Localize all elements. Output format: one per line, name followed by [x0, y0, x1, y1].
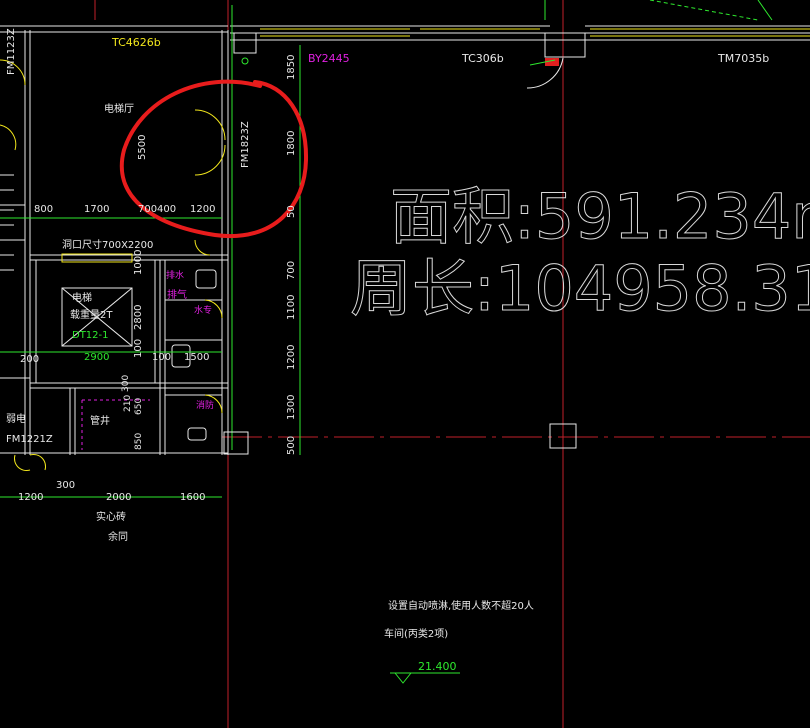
label-tc4626b: TC4626b: [111, 36, 161, 49]
dim-text: 100: [133, 339, 144, 358]
dim-text: 400: [157, 204, 176, 215]
label-dt12: DT12-1: [72, 330, 109, 341]
label-fm1123z: FM1123Z: [6, 28, 17, 75]
dim-text: 2000: [106, 492, 131, 503]
dim-text: 300: [121, 375, 131, 392]
dim-text: 1200: [18, 492, 43, 503]
dim-text: 300: [56, 480, 75, 491]
label-fire-room: 消防: [196, 399, 214, 411]
dim-text: 2800: [133, 305, 144, 330]
note-garage: 车间(丙类2项): [384, 627, 448, 640]
dim-text: 1800: [286, 131, 297, 156]
perimeter-label: 周长:104958.31r: [350, 252, 810, 325]
dim-text: 1200: [286, 345, 297, 370]
elevation-value: 21.400: [418, 660, 457, 673]
label-opening-size: 洞口尺寸700X2200: [62, 238, 153, 251]
dim-text: 800: [34, 204, 53, 215]
label-fm1221z: FM1221Z: [6, 434, 53, 445]
dim-text: 1000: [133, 250, 144, 275]
label-elevator-load: 载重量2T: [70, 308, 113, 321]
label-fm1823z: FM1823Z: [240, 121, 251, 168]
dim-text: 1600: [180, 492, 205, 503]
label-by2445: BY2445: [308, 52, 350, 65]
note-sprinkler: 设置自动喷淋,使用人数不超20人: [388, 599, 534, 612]
dim-text: 1100: [286, 295, 297, 320]
label-pipe-well: 管井: [90, 414, 110, 427]
dim-text: 1300: [286, 395, 297, 420]
dim-text: 1700: [84, 204, 109, 215]
dim-text: 100: [152, 352, 171, 363]
dim-text: 1850: [286, 55, 297, 80]
dim-text: 50: [286, 205, 297, 218]
label-tm7035b: TM7035b: [717, 52, 769, 65]
label-remaining: 余同: [108, 530, 128, 543]
label-exhaust: 排气: [167, 288, 187, 301]
label-solid-brick: 实心砖: [96, 510, 126, 523]
label-elevator-hall: 电梯厅: [104, 102, 134, 115]
dim-5500: 5500: [137, 135, 148, 160]
label-elevator: 电梯: [72, 291, 92, 304]
cad-drawing-canvas[interactable]: 面积:591.234m 周长:104958.31r TC4626b BY2445…: [0, 0, 810, 728]
dim-text: 200: [20, 354, 39, 365]
dim-text: 700: [286, 261, 297, 280]
dim-text: 850: [134, 433, 144, 450]
dim-text: 1500: [184, 352, 209, 363]
label-tc306b: TC306b: [461, 52, 504, 65]
dim-text: 210: [123, 395, 133, 412]
label-sewer: 排水: [166, 269, 184, 281]
dim-text: 1200: [190, 204, 215, 215]
label-weak-current: 弱电: [6, 412, 26, 425]
dim-text: 500: [286, 436, 297, 455]
dim-text: 650: [134, 398, 144, 415]
label-water: 水专: [194, 304, 212, 316]
dim-text: 700: [138, 204, 157, 215]
area-label: 面积:591.234m: [390, 180, 810, 253]
dim-text: 2900: [84, 352, 109, 363]
